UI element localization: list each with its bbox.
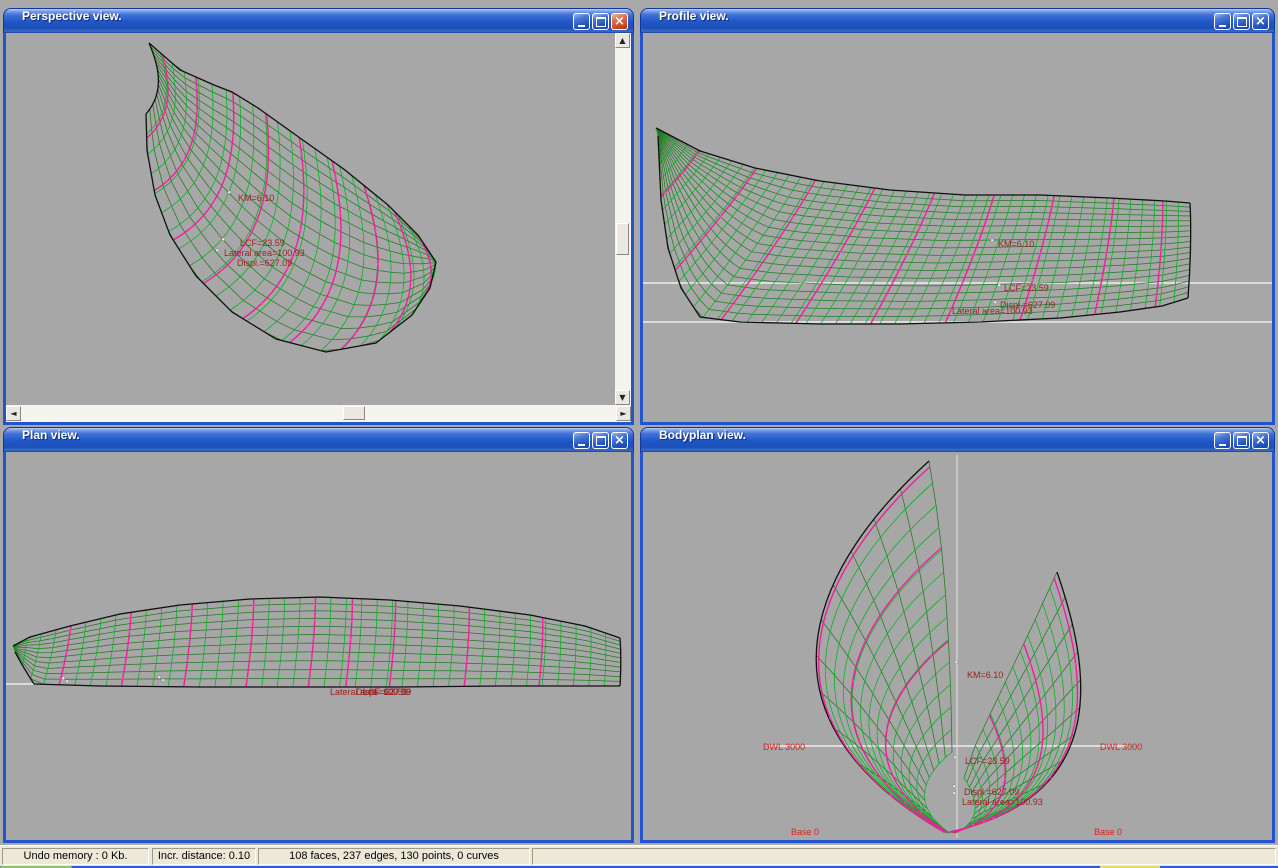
window-bodyplan: Bodyplan view. × KM=6.10 LCF=23.59 Displ.=… [640,427,1275,843]
lateral-area-annotation: Lateral area=100.93 [224,248,305,258]
viewport-profile: KM=6.10LCF=23.59Displ.=627.09Lateral are… [640,33,1275,425]
window-controls: × [573,13,628,30]
titlebar-plan[interactable]: Plan view. × [3,427,634,452]
close-icon: × [1255,434,1266,447]
scroll-left-button[interactable]: ◄ [6,406,21,421]
status-empty-panel [532,848,1276,865]
window-profile: Profile view. × KM=6.10LCF=23.59Displ.=6… [640,8,1275,425]
minimize-icon [578,444,585,446]
titlebar-profile[interactable]: Profile view. × [640,8,1275,33]
titlebar-bodyplan[interactable]: Bodyplan view. × [640,427,1275,452]
profile-canvas[interactable]: KM=6.10LCF=23.59Displ.=627.09Lateral are… [643,33,1272,422]
close-button[interactable]: × [1252,13,1269,30]
close-button[interactable]: × [1252,432,1269,449]
scroll-down-button[interactable]: ▼ [615,390,630,405]
close-button[interactable]: × [611,13,628,30]
window-title: Profile view. [659,9,729,23]
viewport-perspective: KM=6.10 LCF=23.59Lateral area=100.93Displ… [3,33,634,425]
lcf-annotation: LCF=23.59 [1004,283,1049,293]
lateral-area-annotation: Lateral area=100.93 [952,306,1033,316]
bodyplan-aft-sections [816,461,952,833]
profile-hull-mesh [656,128,1191,324]
maximize-button[interactable] [1233,13,1250,30]
lcf-annotation: LCF=23.59 [965,756,1010,766]
status-bar: Undo memory : 0 Kb. Incr. distance: 0.10… [0,845,1278,866]
bodyplan-annotations: KM=6.10 LCF=23.59 Displ.=627.09Lateral are… [763,661,1142,837]
maximize-icon [1237,17,1247,27]
maximize-button[interactable] [1233,432,1250,449]
lcf-annotation: LCF=23.59 [363,687,408,697]
perspective-hull-mesh [146,43,436,352]
plan-canvas[interactable]: Lateral area=100.93Displ.=627.09LCF=23.5… [6,452,631,840]
close-icon: × [614,15,625,28]
minimize-icon [1219,25,1226,27]
displacement-annotation: Displ.=627.09 [964,787,1019,797]
window-title: Bodyplan view. [659,428,746,442]
maximize-button[interactable] [592,13,609,30]
minimize-icon [1219,444,1226,446]
maximize-icon [596,17,606,27]
vertical-scrollbar[interactable]: ▲ ▼ [615,33,631,405]
horizontal-scrollbar[interactable]: ◄ ► [6,405,631,422]
profile-reference-lines [643,283,1272,322]
minimize-button[interactable] [573,13,590,30]
scroll-right-icon: ► [620,409,626,418]
viewport-bodyplan: KM=6.10 LCF=23.59 Displ.=627.09Lateral are… [640,452,1275,843]
window-title: Perspective view. [22,9,122,23]
displacement-annotation: Displ.=627.09 [237,258,292,268]
minimize-button[interactable] [1214,432,1231,449]
base-right-label: Base 0 [1094,827,1122,837]
window-plan: Plan view. × Lateral area=100.93Displ.=6… [3,427,634,843]
bodyplan-reference-lines [768,455,1128,838]
titlebar-perspective[interactable]: Perspective view. × [3,8,634,33]
bodyplan-canvas[interactable]: KM=6.10 LCF=23.59 Displ.=627.09Lateral are… [643,452,1272,840]
vertical-scroll-thumb[interactable] [616,223,629,255]
close-icon: × [1255,15,1266,28]
maximize-icon [1237,436,1247,446]
perspective-canvas[interactable]: KM=6.10 LCF=23.59Lateral area=100.93Displ… [6,33,615,405]
horizontal-scroll-thumb[interactable] [343,406,365,420]
status-incr-distance: Incr. distance: 0.10 [152,848,256,865]
window-controls: × [573,432,628,449]
close-button[interactable]: × [611,432,628,449]
viewport-plan: Lateral area=100.93Displ.=627.09LCF=23.5… [3,452,634,843]
close-icon: × [614,434,625,447]
app-workspace: Perspective view. × KM=6.10LCF=23.59Late… [0,0,1278,868]
scroll-up-button[interactable]: ▲ [615,33,630,48]
km-annotation: KM=6.10 [967,670,1003,680]
lateral-area-annotation: Lateral area=100.93 [962,797,1043,807]
maximize-button[interactable] [592,432,609,449]
km-annotation: KM=6.10 [998,239,1034,249]
dwl-right-label: DWL 3000 [1100,742,1142,752]
scroll-up-icon: ▲ [619,36,625,45]
scroll-down-icon: ▼ [619,393,625,402]
window-controls: × [1214,432,1269,449]
window-title: Plan view. [22,428,80,442]
window-controls: × [1214,13,1269,30]
maximize-icon [596,436,606,446]
base-left-label: Base 0 [791,827,819,837]
scroll-left-icon: ◄ [10,409,16,418]
status-model-stats: 108 faces, 237 edges, 130 points, 0 curv… [258,848,530,865]
km-annotation: KM=6.10 [238,193,274,203]
minimize-icon [578,25,585,27]
plan-hull-mesh [13,597,621,687]
dwl-left-label: DWL 3000 [763,742,805,752]
window-perspective: Perspective view. × KM=6.10 LCF=23.59Late… [3,8,634,425]
minimize-button[interactable] [573,432,590,449]
minimize-button[interactable] [1214,13,1231,30]
lcf-annotation: LCF=23.59 [240,238,285,248]
status-undo-memory: Undo memory : 0 Kb. [2,848,149,865]
scroll-right-button[interactable]: ► [616,406,631,421]
